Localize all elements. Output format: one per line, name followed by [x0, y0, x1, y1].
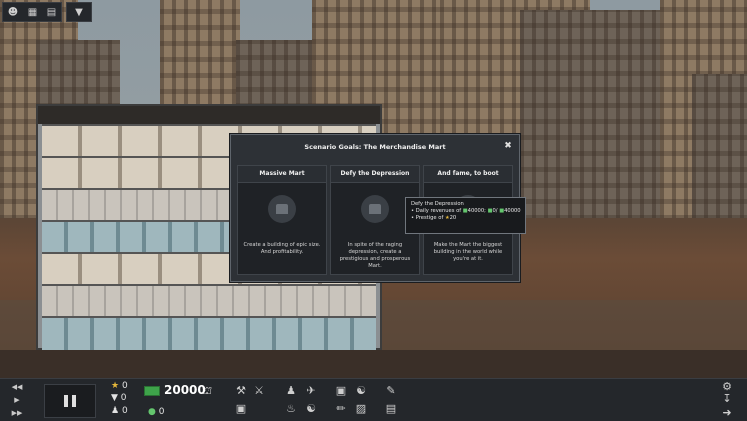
exit-icon[interactable]: ➜ — [720, 407, 734, 419]
tooltip-prestige-row: • Prestige of ★20 — [411, 215, 457, 221]
close-icon[interactable]: ✖ — [503, 141, 513, 151]
bottom-toolbar: ◀◀ ▶ ▶▶ ★ 0 ▼ 0 ♟ 0 ● 0 ⛫ ⚒ ⚔ ♟ ✈ ▣ ☯ ✎ … — [0, 378, 747, 421]
people-icon[interactable]: ☻ — [8, 7, 18, 18]
street — [0, 350, 747, 378]
revenue-b: 0 — [492, 208, 496, 214]
image-icon[interactable]: ▨ — [354, 403, 368, 415]
train-icon[interactable]: ✈ — [304, 385, 318, 397]
background-building — [160, 0, 240, 110]
goal-description: In spite of the raging depression, creat… — [339, 242, 411, 269]
pause-bar — [64, 395, 68, 407]
triangle-down-icon: ▼ — [75, 6, 83, 18]
goal-card-massive-mart[interactable]: Massive Mart Create a building of epic s… — [237, 165, 327, 275]
goal-description: Make the Mart the biggest building in th… — [433, 242, 503, 262]
download-icon[interactable]: ↧ — [720, 393, 734, 405]
goal-title: And fame, to boot — [424, 166, 512, 183]
pause-bar — [72, 395, 76, 407]
dialog-title: Scenario Goals: The Merchandise Mart — [304, 143, 446, 151]
revenue-c: 40000 — [504, 208, 521, 214]
revenue-a: 40000 — [467, 208, 485, 214]
goal-description: Create a building of epic size. And prof… — [243, 242, 321, 255]
speed-controls: ◀◀ ▶ ▶▶ — [12, 383, 23, 417]
unknown-stat: ▼ 0 — [111, 393, 127, 403]
building-roof — [38, 106, 380, 124]
building-floor[interactable] — [42, 284, 376, 318]
staff-icon[interactable]: ♟ — [284, 385, 298, 397]
population-stat: ♟ 0 — [111, 406, 128, 416]
building-floor[interactable] — [42, 316, 376, 350]
left-count: 0 — [121, 406, 128, 416]
prestige-icon: ● — [148, 407, 156, 417]
fast-forward-icon[interactable]: ▶▶ — [12, 409, 23, 417]
dropdown-button[interactable]: ▼ — [66, 2, 92, 22]
build-icon[interactable]: ⚒ — [234, 385, 248, 397]
stairs-icon[interactable]: ▤ — [384, 403, 398, 415]
money-display: 20000 — [144, 383, 206, 397]
play-icon[interactable]: ▶ — [14, 396, 19, 404]
person-icon: ♟ — [111, 406, 120, 416]
car-icon[interactable]: ▣ — [234, 403, 248, 415]
rewind-icon[interactable]: ◀◀ — [12, 383, 23, 391]
star-stat: ★ 0 — [111, 381, 128, 391]
food-icon[interactable]: ♨ — [284, 403, 298, 415]
building-icon — [268, 195, 296, 223]
revenues-label: Daily revenues of — [415, 208, 462, 214]
goal-title: Massive Mart — [238, 166, 326, 183]
fashion-icon[interactable]: ☯ — [304, 403, 318, 415]
demolish-icon[interactable]: ⚔ — [252, 385, 266, 397]
pin-icon: ▼ — [111, 393, 118, 403]
background-building — [520, 10, 660, 220]
map-icon[interactable]: ▦ — [28, 7, 37, 18]
shop-icon[interactable]: ☯ — [354, 385, 368, 397]
brush-icon[interactable]: ✏ — [334, 403, 348, 415]
background-building — [692, 74, 747, 220]
prestige-stat: ● 0 — [148, 407, 164, 417]
top-left-button-group: ☻ ▦ ▤ — [2, 2, 62, 22]
tooltip-title: Defy the Depression — [411, 201, 464, 207]
goal-title: Defy the Depression — [331, 166, 419, 183]
unknown-count: 0 — [120, 393, 127, 403]
tooltip-revenues-row: • Daily revenues of ■40000; ■0/ ■40000 — [411, 208, 521, 214]
star-count: 0 — [121, 381, 128, 391]
pause-button[interactable] — [44, 384, 96, 418]
goal-tooltip: Defy the Depression • Daily revenues of … — [405, 197, 526, 234]
prestige-label: Prestige of — [415, 215, 444, 221]
prestige-value: 20 — [449, 215, 457, 221]
cash-icon — [144, 385, 160, 396]
box-icon[interactable]: ▣ — [334, 385, 348, 397]
book-icon[interactable]: ▤ — [47, 7, 56, 18]
money-value: 20000 — [164, 383, 206, 397]
prestige-count: 0 — [158, 407, 165, 417]
star-icon: ★ — [111, 381, 120, 391]
ad-icon[interactable]: ✎ — [384, 385, 398, 397]
building-icon — [361, 195, 389, 223]
